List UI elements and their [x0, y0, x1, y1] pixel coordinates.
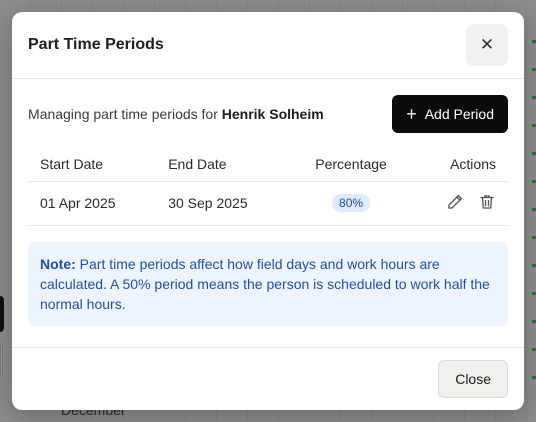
column-start-date: Start Date [28, 147, 157, 182]
info-note: Note: Part time periods affect how field… [28, 241, 508, 326]
pencil-icon[interactable] [446, 193, 464, 211]
background-field [0, 344, 3, 376]
column-percentage: Percentage [289, 147, 413, 182]
dialog-body: Managing part time periods for Henrik So… [12, 79, 524, 326]
dialog-title: Part Time Periods [28, 36, 164, 53]
row-end-date: 30 Sep 2025 [156, 181, 290, 226]
managing-description: Managing part time periods for Henrik So… [28, 106, 324, 122]
dialog-close-button[interactable]: ✕ [466, 24, 508, 66]
person-name: Henrik Solheim [221, 106, 324, 122]
background-calendar-markers [532, 20, 536, 380]
row-actions-cell [412, 181, 508, 226]
dialog-footer: Close [12, 347, 524, 410]
column-end-date: End Date [156, 147, 290, 182]
trash-icon[interactable] [478, 193, 496, 211]
plus-icon: + [406, 103, 417, 124]
add-period-label: Add Period [424, 106, 494, 122]
row-start-date: 01 Apr 2025 [28, 181, 157, 226]
table-row: 01 Apr 2025 30 Sep 2025 80% [28, 181, 508, 226]
add-period-button[interactable]: + Add Period [392, 95, 508, 133]
periods-table: Start Date End Date Percentage Actions 0… [28, 147, 508, 226]
column-actions: Actions [412, 147, 508, 182]
dialog-header: Part Time Periods ✕ [12, 12, 524, 79]
dialog-subheader: Managing part time periods for Henrik So… [28, 95, 508, 133]
managing-prefix: Managing part time periods for [28, 106, 218, 122]
close-icon: ✕ [479, 35, 495, 54]
close-button[interactable]: Close [438, 360, 508, 398]
part-time-periods-dialog: Part Time Periods ✕ Managing part time p… [12, 12, 524, 410]
percentage-badge: 80% [332, 194, 371, 212]
note-text: Part time periods affect how field days … [40, 255, 490, 312]
note-label: Note: [40, 255, 76, 272]
row-percentage-cell: 80% [289, 181, 413, 226]
table-header-row: Start Date End Date Percentage Actions [28, 147, 508, 182]
background-button [0, 296, 4, 332]
